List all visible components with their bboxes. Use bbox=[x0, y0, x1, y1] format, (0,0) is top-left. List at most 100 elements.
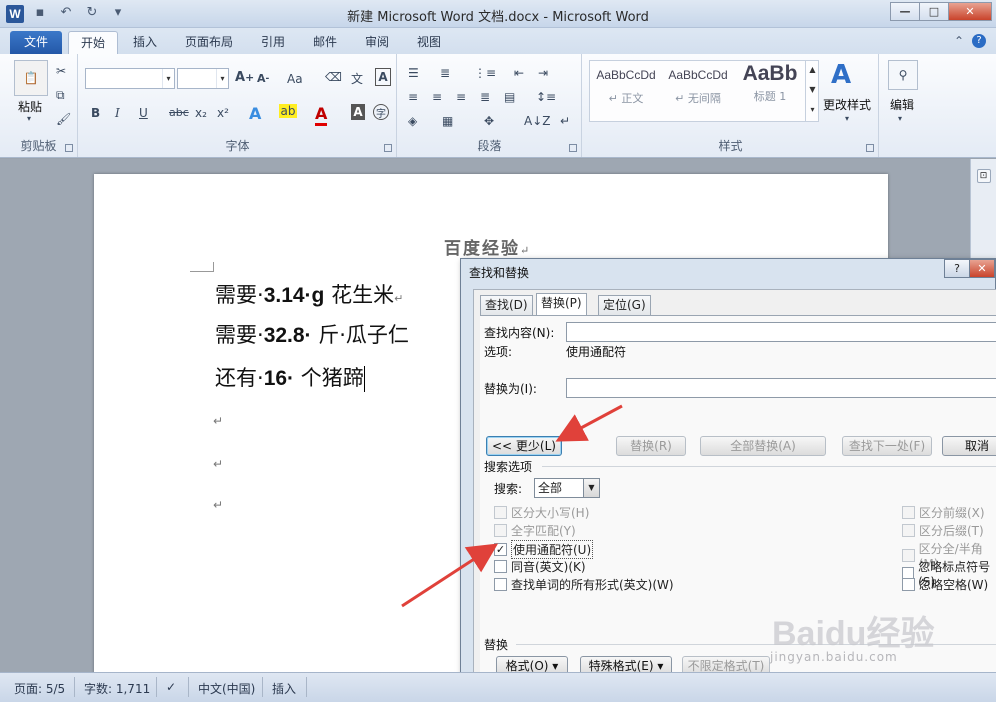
italic-icon[interactable]: I bbox=[115, 106, 120, 120]
less-button[interactable]: << 更少(L) bbox=[486, 436, 562, 456]
document-line-1[interactable]: 需要·3.14·g 花生米↵ bbox=[215, 279, 403, 309]
enclose-character-icon[interactable]: 字 bbox=[373, 104, 389, 120]
sounds-like-checkbox[interactable]: 同音(英文)(K) bbox=[494, 558, 586, 575]
tab-insert[interactable]: 插入 bbox=[121, 31, 169, 54]
help-icon[interactable]: ? bbox=[972, 34, 986, 48]
decrease-indent-icon[interactable]: ⇤ bbox=[514, 66, 524, 80]
multilevel-list-icon[interactable]: ⋮≡ bbox=[474, 66, 496, 80]
match-suffix-checkbox[interactable]: 区分后缀(T) bbox=[902, 522, 984, 539]
sort-icon[interactable]: A↓Z bbox=[524, 114, 550, 128]
use-wildcards-checkbox[interactable]: ✓ 使用通配符(U) bbox=[494, 540, 594, 559]
style-normal[interactable]: AaBbCcDd ↵ 正文 bbox=[591, 62, 661, 120]
font-launcher[interactable] bbox=[384, 144, 392, 152]
replace-with-input[interactable] bbox=[566, 378, 996, 398]
distributed-icon[interactable]: ▤ bbox=[504, 90, 515, 104]
change-styles-icon[interactable]: A bbox=[831, 60, 851, 90]
insert-mode[interactable]: 插入 bbox=[272, 680, 296, 697]
proofing-icon[interactable]: ✓ bbox=[166, 680, 176, 694]
ignore-space-checkbox[interactable]: 忽略空格(W) bbox=[902, 576, 988, 593]
borders-icon[interactable]: ▦ bbox=[442, 114, 453, 128]
change-styles-label[interactable]: 更改样式 bbox=[823, 96, 871, 113]
minimize-button[interactable]: — bbox=[890, 2, 920, 21]
paste-icon[interactable]: 📋 bbox=[14, 60, 48, 96]
justify-icon[interactable]: ≣ bbox=[480, 90, 490, 104]
tab-find[interactable]: 查找(D) bbox=[480, 295, 533, 315]
styles-launcher[interactable] bbox=[866, 144, 874, 152]
style-gallery-scroll[interactable]: ▲ ▼ ▾ bbox=[805, 60, 819, 122]
tab-home[interactable]: 开始 bbox=[68, 31, 119, 54]
format-painter-icon[interactable]: 🖌 bbox=[56, 112, 71, 126]
tab-view[interactable]: 视图 bbox=[405, 31, 453, 54]
copy-icon[interactable]: ⧉ bbox=[56, 88, 65, 103]
match-case-checkbox[interactable]: 区分大小写(H) bbox=[494, 504, 589, 521]
editing-label[interactable]: 编辑 bbox=[890, 96, 914, 113]
binoculars-icon[interactable]: ⚲ bbox=[888, 60, 918, 90]
line-spacing-icon[interactable]: ↕≡ bbox=[536, 90, 556, 104]
search-direction-select[interactable]: 全部 ▼ bbox=[534, 478, 600, 498]
page-count[interactable]: 页面: 5/5 bbox=[14, 680, 65, 697]
editing-dropdown-icon[interactable]: ▾ bbox=[898, 114, 902, 123]
shrink-font-icon[interactable]: A- bbox=[257, 72, 269, 85]
tab-review[interactable]: 审阅 bbox=[353, 31, 401, 54]
line-3-part-a: 还有· bbox=[215, 366, 264, 390]
document-line-2[interactable]: 需要·32.8· 斤·瓜子仁 bbox=[215, 319, 409, 349]
subscript-icon[interactable]: x₂ bbox=[195, 106, 207, 120]
text-effects-icon[interactable]: A bbox=[249, 104, 261, 123]
close-button[interactable]: ✕ bbox=[948, 2, 992, 21]
font-size-combo[interactable]: ▾ bbox=[177, 68, 229, 89]
style-normal-preview: AaBbCcDd bbox=[596, 68, 656, 82]
numbering-icon[interactable]: ≣ bbox=[440, 66, 450, 80]
style-heading-1[interactable]: AaBb 标题 1 bbox=[735, 62, 805, 120]
align-center-icon[interactable]: ≡ bbox=[432, 90, 442, 104]
word-forms-checkbox[interactable]: 查找单词的所有形式(英文)(W) bbox=[494, 576, 674, 593]
character-shading-icon[interactable]: A bbox=[351, 104, 365, 120]
change-styles-dropdown-icon[interactable]: ▾ bbox=[845, 114, 849, 123]
match-prefix-checkbox[interactable]: 区分前缀(X) bbox=[902, 504, 985, 521]
chinese-layout-icon[interactable]: ✥ bbox=[484, 114, 494, 128]
align-right-icon[interactable]: ≡ bbox=[456, 90, 466, 104]
underline-icon[interactable]: U bbox=[139, 106, 148, 120]
language-indicator[interactable]: 中文(中国) bbox=[198, 680, 255, 697]
change-case-icon[interactable]: Aa bbox=[287, 72, 303, 86]
replace-all-button[interactable]: 全部替换(A) bbox=[700, 436, 826, 456]
character-border-icon[interactable]: A bbox=[375, 68, 391, 86]
tab-references[interactable]: 引用 bbox=[249, 31, 297, 54]
word-count[interactable]: 字数: 1,711 bbox=[84, 680, 150, 697]
document-line-3[interactable]: 还有·16· 个猪蹄 bbox=[215, 362, 365, 392]
font-color-icon[interactable]: A bbox=[315, 104, 328, 126]
paste-label[interactable]: 粘贴 bbox=[18, 98, 42, 115]
replace-button[interactable]: 替换(R) bbox=[616, 436, 686, 456]
tab-replace[interactable]: 替换(P) bbox=[536, 293, 587, 316]
clear-formatting-icon[interactable]: ⌫ bbox=[325, 70, 342, 84]
align-left-icon[interactable]: ≡ bbox=[408, 90, 418, 104]
cancel-button[interactable]: 取消 bbox=[942, 436, 996, 456]
tab-goto[interactable]: 定位(G) bbox=[598, 295, 651, 315]
dialog-help-button[interactable]: ? bbox=[944, 259, 970, 278]
strikethrough-icon[interactable]: abc bbox=[169, 106, 189, 119]
maximize-button[interactable]: □ bbox=[919, 2, 949, 21]
bold-icon[interactable]: B bbox=[91, 106, 100, 120]
bullets-icon[interactable]: ☰ bbox=[408, 66, 419, 80]
whole-word-checkbox[interactable]: 全字匹配(Y) bbox=[494, 522, 576, 539]
find-next-button[interactable]: 查找下一处(F) bbox=[842, 436, 932, 456]
increase-indent-icon[interactable]: ⇥ bbox=[538, 66, 548, 80]
tab-file[interactable]: 文件 bbox=[10, 31, 62, 54]
grow-font-icon[interactable]: A + bbox=[235, 70, 254, 85]
superscript-icon[interactable]: x² bbox=[217, 106, 229, 120]
phonetic-guide-icon[interactable]: 文 bbox=[351, 70, 363, 87]
highlight-icon[interactable]: ab bbox=[279, 104, 297, 118]
minimize-ribbon-icon[interactable]: ⌃ bbox=[954, 34, 964, 48]
clipboard-launcher[interactable] bbox=[65, 144, 73, 152]
ruler-toggle-icon[interactable]: ⊡ bbox=[976, 169, 991, 183]
cut-icon[interactable]: ✂ bbox=[56, 64, 66, 78]
paste-dropdown-icon[interactable]: ▾ bbox=[27, 114, 31, 123]
find-what-input[interactable] bbox=[566, 322, 996, 342]
paragraph-launcher[interactable] bbox=[569, 144, 577, 152]
dialog-close-button[interactable]: ✕ bbox=[969, 259, 995, 278]
shading-icon[interactable]: ◈ bbox=[408, 114, 417, 128]
tab-page-layout[interactable]: 页面布局 bbox=[173, 31, 245, 54]
show-marks-icon[interactable]: ↵ bbox=[560, 114, 570, 128]
font-name-combo[interactable]: ▾ bbox=[85, 68, 175, 89]
style-no-spacing[interactable]: AaBbCcDd ↵ 无间隔 bbox=[663, 62, 733, 120]
tab-mailings[interactable]: 邮件 bbox=[301, 31, 349, 54]
